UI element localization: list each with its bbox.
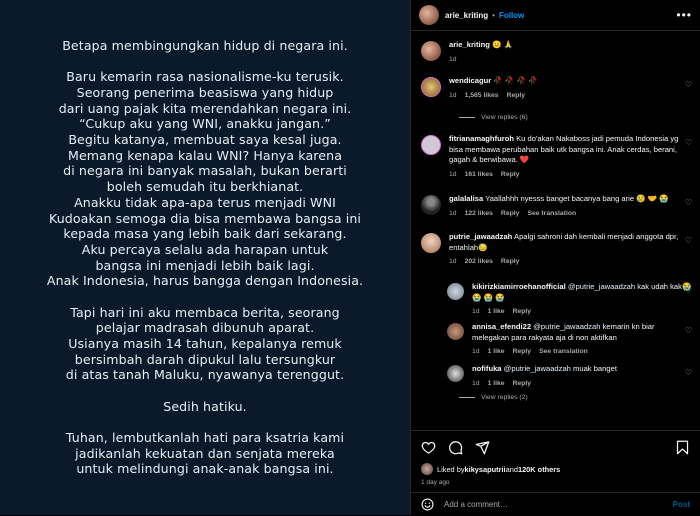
reply-time: 1d (472, 379, 480, 387)
comment-time: 1d (449, 258, 457, 266)
post-button[interactable]: Post (673, 500, 690, 509)
reply-text: muak banget (573, 364, 617, 373)
comment-username[interactable]: wendicagur (449, 76, 491, 85)
share-icon[interactable] (475, 440, 490, 455)
comment-time: 1d (449, 209, 457, 217)
reply-button[interactable]: Reply (513, 348, 532, 355)
reply-likes[interactable]: 1 like (488, 348, 505, 355)
comment-time: 1d (449, 91, 457, 99)
post-paragraph-1: Betapa membingungkan hidup di negara ini… (62, 38, 348, 54)
heart-icon[interactable] (421, 440, 436, 455)
list-item: wendicagur 🥀 🥀 🥀 🥀 1d 1,565 likes Reply ♡ (411, 76, 700, 101)
liked-by-user[interactable]: kikysaputrii (465, 465, 506, 474)
reply-item: nofifuka @putrie_jawaadzah muak banget 1… (411, 364, 700, 389)
reply-item: annisa_efendi22 @putrie_jawaadzah kemari… (411, 322, 700, 358)
comment-time: 1d (449, 170, 457, 178)
comment-username[interactable]: galalalisa (449, 194, 483, 203)
see-translation-button[interactable]: See translation (527, 210, 576, 217)
list-item: putrie_jawaadzah Apalgi sahroni dah kemb… (411, 232, 700, 268)
posted-time: 1 day ago (421, 479, 450, 486)
comment-username[interactable]: putrie_jawaadzah (449, 232, 512, 241)
reply-time: 1d (472, 348, 480, 356)
post-text: Betapa membingungkan hidup di negara ini… (6, 38, 404, 477)
heart-icon[interactable]: ♡ (685, 80, 692, 89)
more-options-icon[interactable]: ••• (676, 8, 692, 22)
view-replies-label: View replies (2) (481, 394, 528, 401)
post-paragraph-2: Baru kemarin rasa nasionalisme-ku terusi… (46, 69, 364, 289)
reply-mention[interactable]: @putrie_jawaadzah (568, 282, 635, 291)
reply-mention[interactable]: @putrie_jawaadzah (504, 364, 571, 373)
follow-button[interactable]: Follow (499, 11, 524, 20)
post-actions: Liked by kikysaputrii and 120K others 1 … (411, 430, 700, 486)
heart-icon[interactable]: ♡ (685, 236, 692, 245)
divider (459, 117, 475, 118)
caption: arie_kriting 😐 🙏 1d (411, 40, 700, 65)
post-paragraph-4: Sedih hatiku. (163, 398, 247, 414)
post-header: arie_kriting • Follow ••• (411, 0, 700, 31)
avatar[interactable] (421, 233, 441, 253)
header-username[interactable]: arie_kriting (445, 11, 488, 20)
caption-text: 😐 🙏 (492, 40, 514, 49)
comments-panel: arie_kriting • Follow ••• arie_kriting 😐… (410, 0, 700, 515)
list-item: galalalisa Yaallahhh nyesss banget bacan… (411, 194, 700, 219)
comment-likes[interactable]: 202 likes (465, 258, 493, 265)
avatar[interactable] (421, 135, 441, 155)
likes-prefix: Liked by (437, 464, 465, 474)
view-replies-label: View replies (6) (481, 114, 528, 121)
heart-icon[interactable]: ♡ (685, 198, 692, 207)
heart-icon[interactable]: ♡ (685, 368, 692, 377)
reply-likes[interactable]: 1 like (488, 380, 505, 387)
reply-button[interactable]: Reply (513, 380, 532, 387)
reply-time: 1d (472, 308, 480, 316)
avatar[interactable] (421, 195, 441, 215)
view-replies-button[interactable]: View replies (2) (459, 394, 528, 401)
likes-summary: Liked by kikysaputrii and 120K others (421, 463, 690, 475)
comment-list: arie_kriting 😐 🙏 1d wendicagur 🥀 🥀 🥀 🥀 1… (411, 34, 700, 424)
avatar[interactable] (447, 323, 464, 340)
view-replies-button[interactable]: View replies (6) (459, 114, 528, 121)
reply-likes[interactable]: 1 like (488, 308, 505, 315)
comment-likes[interactable]: 161 likes (465, 171, 493, 178)
reply-username[interactable]: nofifuka (472, 364, 502, 373)
see-translation-button[interactable]: See translation (539, 348, 588, 355)
reply-button[interactable]: Reply (507, 92, 526, 99)
avatar[interactable] (421, 77, 441, 97)
likes-count[interactable]: 120K others (518, 465, 560, 474)
avatar[interactable] (421, 41, 441, 61)
reply-item: kikirizkiamirroehanofficial @putrie_jawa… (411, 282, 700, 318)
comment-text: 🥀 🥀 🥀 🥀 (493, 76, 538, 85)
post-paragraph-3: Tapi hari ini aku membaca berita, seoran… (65, 304, 345, 383)
comment-username[interactable]: fitrianamaghfuroh (449, 134, 514, 143)
post-image: Betapa membingungkan hidup di negara ini… (0, 0, 410, 515)
avatar[interactable] (419, 5, 439, 25)
heart-icon[interactable]: ♡ (685, 138, 692, 147)
likes-mid: and (505, 464, 518, 474)
caption-time: 1d (449, 55, 457, 63)
heart-icon[interactable]: ♡ (685, 286, 692, 295)
reply-button[interactable]: Reply (513, 308, 532, 315)
add-comment-bar: Add a comment… Post (411, 492, 700, 516)
list-item: fitrianamaghfuroh Ku do'akan Nakaboss ja… (411, 134, 700, 180)
comment-input[interactable]: Add a comment… (444, 500, 508, 509)
heart-icon[interactable]: ♡ (685, 326, 692, 335)
reply-username[interactable]: annisa_efendi22 (472, 322, 531, 331)
caption-username[interactable]: arie_kriting (449, 40, 490, 49)
avatar[interactable] (447, 283, 464, 300)
reply-button[interactable]: Reply (501, 171, 520, 178)
emoji-icon[interactable] (421, 498, 434, 511)
separator-dot: • (492, 10, 495, 20)
comment-icon[interactable] (448, 440, 463, 455)
divider (459, 397, 475, 398)
comment-likes[interactable]: 122 likes (465, 210, 493, 217)
avatar[interactable] (421, 463, 433, 475)
reply-mention[interactable]: @putrie_jawaadzah (533, 322, 600, 331)
reply-button[interactable]: Reply (501, 258, 520, 265)
post-paragraph-5: Tuhan, lembutkanlah hati para ksatria ka… (65, 429, 345, 477)
reply-button[interactable]: Reply (501, 210, 520, 217)
reply-username[interactable]: kikirizkiamirroehanofficial (472, 282, 566, 291)
bookmark-icon[interactable] (675, 440, 690, 455)
avatar[interactable] (447, 365, 464, 382)
comment-likes[interactable]: 1,565 likes (465, 92, 499, 99)
comment-text: Yaallahhh nyesss banget bacanya bang ari… (485, 194, 669, 203)
